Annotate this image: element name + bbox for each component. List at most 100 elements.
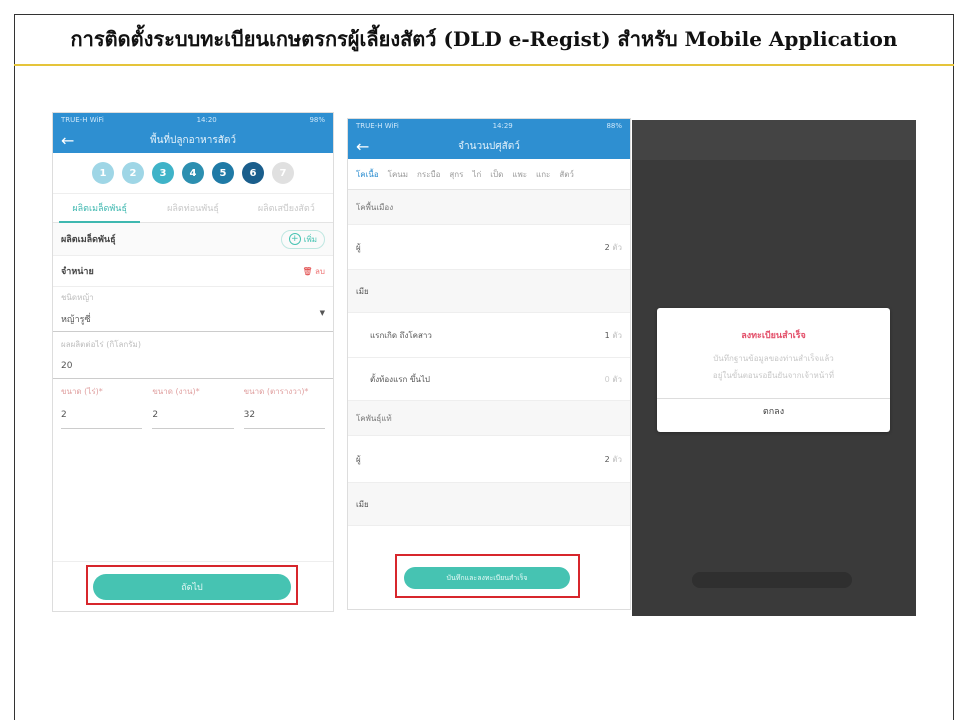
row-label: ผู้ bbox=[356, 242, 361, 252]
title-band: การติดตั้งระบบทะเบียนเกษตรกรผู้เลี้ยงสัต… bbox=[14, 14, 954, 66]
category-tab[interactable]: สัตว์ bbox=[559, 168, 574, 181]
row-label: เมีย bbox=[356, 499, 369, 509]
add-button[interactable]: + เพิ่ม bbox=[280, 229, 325, 249]
step-5[interactable]: 5 bbox=[212, 162, 234, 184]
dialog-divider bbox=[657, 398, 890, 399]
delete-label: ลบ bbox=[315, 266, 325, 276]
yield-label: ผลผลิตต่อไร่ (กิโลกรัม) bbox=[61, 340, 141, 349]
grass-type-field[interactable]: ชนิดหญ้า หญ้ารูซี่ ▼ bbox=[53, 287, 333, 332]
size-rai-value: 2 bbox=[61, 410, 67, 420]
app-title: พื้นที่ปลูกอาหารสัตว์ bbox=[150, 134, 236, 146]
highlight-box-save bbox=[395, 554, 580, 598]
status-time: 14:29 bbox=[492, 122, 513, 130]
category-tab[interactable]: เป็ด bbox=[490, 168, 503, 181]
battery-text: 88% bbox=[606, 122, 622, 130]
plus-circle-icon: + bbox=[288, 233, 301, 245]
section-title: ผลิตเมล็ดพันธุ์ bbox=[61, 235, 116, 245]
step-2[interactable]: 2 bbox=[122, 162, 144, 184]
size-ngan-label: ขนาด (งาน)* bbox=[152, 387, 200, 396]
size-wa-value: 32 bbox=[243, 410, 256, 420]
size-ngan-field[interactable]: ขนาด (งาน)* 2 bbox=[152, 385, 234, 429]
category-tab[interactable]: สุกร bbox=[449, 168, 463, 181]
status-bar: TRUE-H WiFi 14:20 98% bbox=[53, 113, 333, 127]
ok-button[interactable]: ตกลง bbox=[657, 404, 890, 418]
category-tab[interactable]: โคนม bbox=[388, 168, 408, 181]
size-wa-field[interactable]: ขนาด (ตารางวา)* 32 bbox=[243, 385, 325, 429]
status-bar: TRUE-H WiFi 14:29 88% bbox=[348, 119, 630, 133]
step-3[interactable]: 3 bbox=[152, 162, 174, 184]
grass-type-label: ชนิดหญ้า bbox=[61, 293, 94, 302]
unit-text: ตัว bbox=[612, 242, 622, 252]
list-item[interactable]: ผู้ 2 ตัว bbox=[348, 436, 630, 483]
dialog-title: ลงทะเบียนสำเร็จ bbox=[741, 331, 806, 341]
item-header: จำหน่าย 🗑 ลบ bbox=[53, 256, 333, 287]
faded-bottom-button bbox=[692, 572, 852, 588]
row-value: 2 ตัว bbox=[605, 453, 622, 466]
app-title: จำนวนปศุสัตว์ bbox=[458, 140, 520, 152]
step-4[interactable]: 4 bbox=[182, 162, 204, 184]
category-tabs: โคเนื้อ โคนม กระบือ สุกร ไก่ เป็ด แพะ แก… bbox=[348, 159, 630, 190]
grass-type-value: หญ้ารูซี่ bbox=[61, 315, 91, 325]
document-title: การติดตั้งระบบทะเบียนเกษตรกรผู้เลี้ยงสัต… bbox=[70, 27, 898, 51]
group-title: โคพื้นเมือง bbox=[356, 202, 394, 212]
size-rai-field[interactable]: ขนาด (ไร่)* 2 bbox=[61, 385, 143, 429]
step-indicator: 1 2 3 4 5 6 7 bbox=[53, 153, 333, 194]
arrow-left-icon[interactable]: ← bbox=[61, 131, 85, 150]
unit-text: ตัว bbox=[612, 374, 622, 384]
unit-text: ตัว bbox=[612, 330, 622, 340]
size-fields: ขนาด (ไร่)* 2 ขนาด (งาน)* 2 ขนาด (ตารางว… bbox=[53, 379, 333, 429]
yield-field[interactable]: ผลผลิตต่อไร่ (กิโลกรัม) 20 bbox=[53, 332, 333, 379]
bottom-divider bbox=[53, 561, 333, 562]
list-item: เมีย bbox=[348, 270, 630, 313]
category-tab[interactable]: แกะ bbox=[536, 168, 550, 181]
list-item[interactable]: ตั้งท้องแรก ขึ้นไป 0 ตัว bbox=[348, 358, 630, 401]
faded-status-bar bbox=[632, 120, 916, 160]
category-tab[interactable]: กระบือ bbox=[417, 168, 440, 181]
value-text: 0 bbox=[604, 374, 610, 384]
dialog-message-line1: บันทึกฐานข้อมูลของท่านสำเร็จแล้ว bbox=[713, 354, 834, 363]
group-title: โคพันธุ์แท้ bbox=[356, 413, 392, 423]
app-bar: ← พื้นที่ปลูกอาหารสัตว์ bbox=[53, 127, 333, 153]
row-value: 1 ตัว bbox=[605, 329, 622, 342]
dialog-message-line2: อยู่ในขั้นตอนรอยืนยันจากเจ้าหน้าที่ bbox=[712, 371, 835, 380]
tab-bar: ผลิตเมล็ดพันธุ์ ผลิตท่อนพันธุ์ ผลิตเสบีย… bbox=[53, 194, 333, 223]
battery-text: 98% bbox=[309, 116, 325, 124]
row-value: 0 ตัว bbox=[605, 373, 622, 386]
status-time: 14:20 bbox=[196, 116, 217, 124]
phone-screen-livestock-count: TRUE-H WiFi 14:29 88% ← จำนวนปศุสัตว์ โค… bbox=[347, 118, 631, 610]
value-text: 2 bbox=[604, 242, 610, 252]
section-header: ผลิตเมล็ดพันธุ์ + เพิ่ม bbox=[53, 223, 333, 256]
category-tab[interactable]: แพะ bbox=[512, 168, 527, 181]
carrier-text: TRUE-H WiFi bbox=[356, 122, 399, 130]
value-text: 1 bbox=[604, 330, 610, 340]
unit-text: ตัว bbox=[612, 454, 622, 464]
size-wa-label: ขนาด (ตารางวา)* bbox=[243, 387, 309, 396]
row-label: แรกเกิด ถึงโคสาว bbox=[370, 330, 432, 340]
yield-value: 20 bbox=[61, 361, 73, 371]
success-dialog: ลงทะเบียนสำเร็จ บันทึกฐานข้อมูลของท่านสำ… bbox=[657, 308, 890, 432]
step-1[interactable]: 1 bbox=[92, 162, 114, 184]
size-rai-label: ขนาด (ไร่)* bbox=[61, 387, 103, 396]
delete-button[interactable]: 🗑 ลบ bbox=[302, 265, 325, 278]
step-6[interactable]: 6 bbox=[242, 162, 264, 184]
app-bar: ← จำนวนปศุสัตว์ bbox=[348, 133, 630, 159]
arrow-left-icon[interactable]: ← bbox=[356, 137, 380, 156]
category-tab[interactable]: ไก่ bbox=[472, 168, 481, 181]
row-label: ตั้งท้องแรก ขึ้นไป bbox=[370, 374, 430, 384]
trash-icon: 🗑 bbox=[302, 266, 313, 276]
carrier-text: TRUE-H WiFi bbox=[61, 116, 104, 124]
tab-seed-production[interactable]: ผลิตเมล็ดพันธุ์ bbox=[53, 194, 146, 223]
list-item[interactable]: แรกเกิด ถึงโคสาว 1 ตัว bbox=[348, 313, 630, 358]
row-value: 2 ตัว bbox=[605, 241, 622, 254]
tab-stem-production[interactable]: ผลิตท่อนพันธุ์ bbox=[146, 194, 239, 222]
value-text: 2 bbox=[604, 454, 610, 464]
add-label: เพิ่ม bbox=[303, 234, 317, 244]
category-tab[interactable]: โคเนื้อ bbox=[356, 168, 379, 181]
step-7[interactable]: 7 bbox=[272, 162, 294, 184]
row-label: เมีย bbox=[356, 286, 369, 296]
group-header: โคพันธุ์แท้ bbox=[348, 401, 630, 436]
highlight-box-next bbox=[86, 565, 298, 605]
list-item[interactable]: ผู้ 2 ตัว bbox=[348, 225, 630, 270]
tab-feed-production[interactable]: ผลิตเสบียงสัตว์ bbox=[240, 194, 333, 222]
group-header: โคพื้นเมือง bbox=[348, 190, 630, 225]
